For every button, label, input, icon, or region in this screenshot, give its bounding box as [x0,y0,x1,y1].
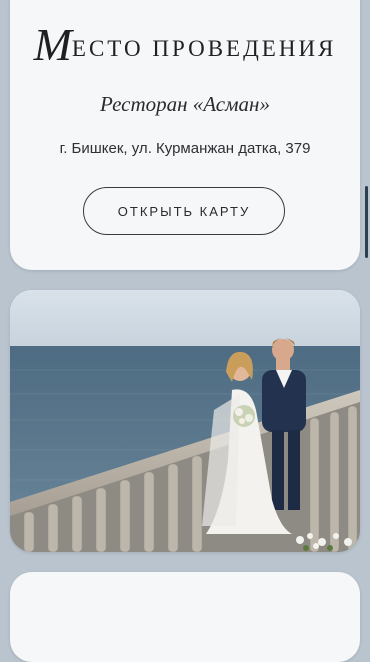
venue-address: г. Бишкек, ул. Курманжан датка, 379 [59,140,311,157]
venue-name: Ресторан «Асман» [100,92,270,116]
wedding-photo [10,290,360,552]
venue-title-initial: М [33,19,72,70]
venue-title-rest: есто проведения [71,36,337,61]
venue-section-title: Место проведения [10,18,360,71]
venue-card: Место проведения Ресторан «Асман» г. Биш… [10,0,360,270]
next-section-card [10,572,360,662]
scrollbar-thumb[interactable] [365,186,368,258]
open-map-button[interactable]: Открыть карту [83,187,285,235]
wedding-photo-card [10,290,360,552]
